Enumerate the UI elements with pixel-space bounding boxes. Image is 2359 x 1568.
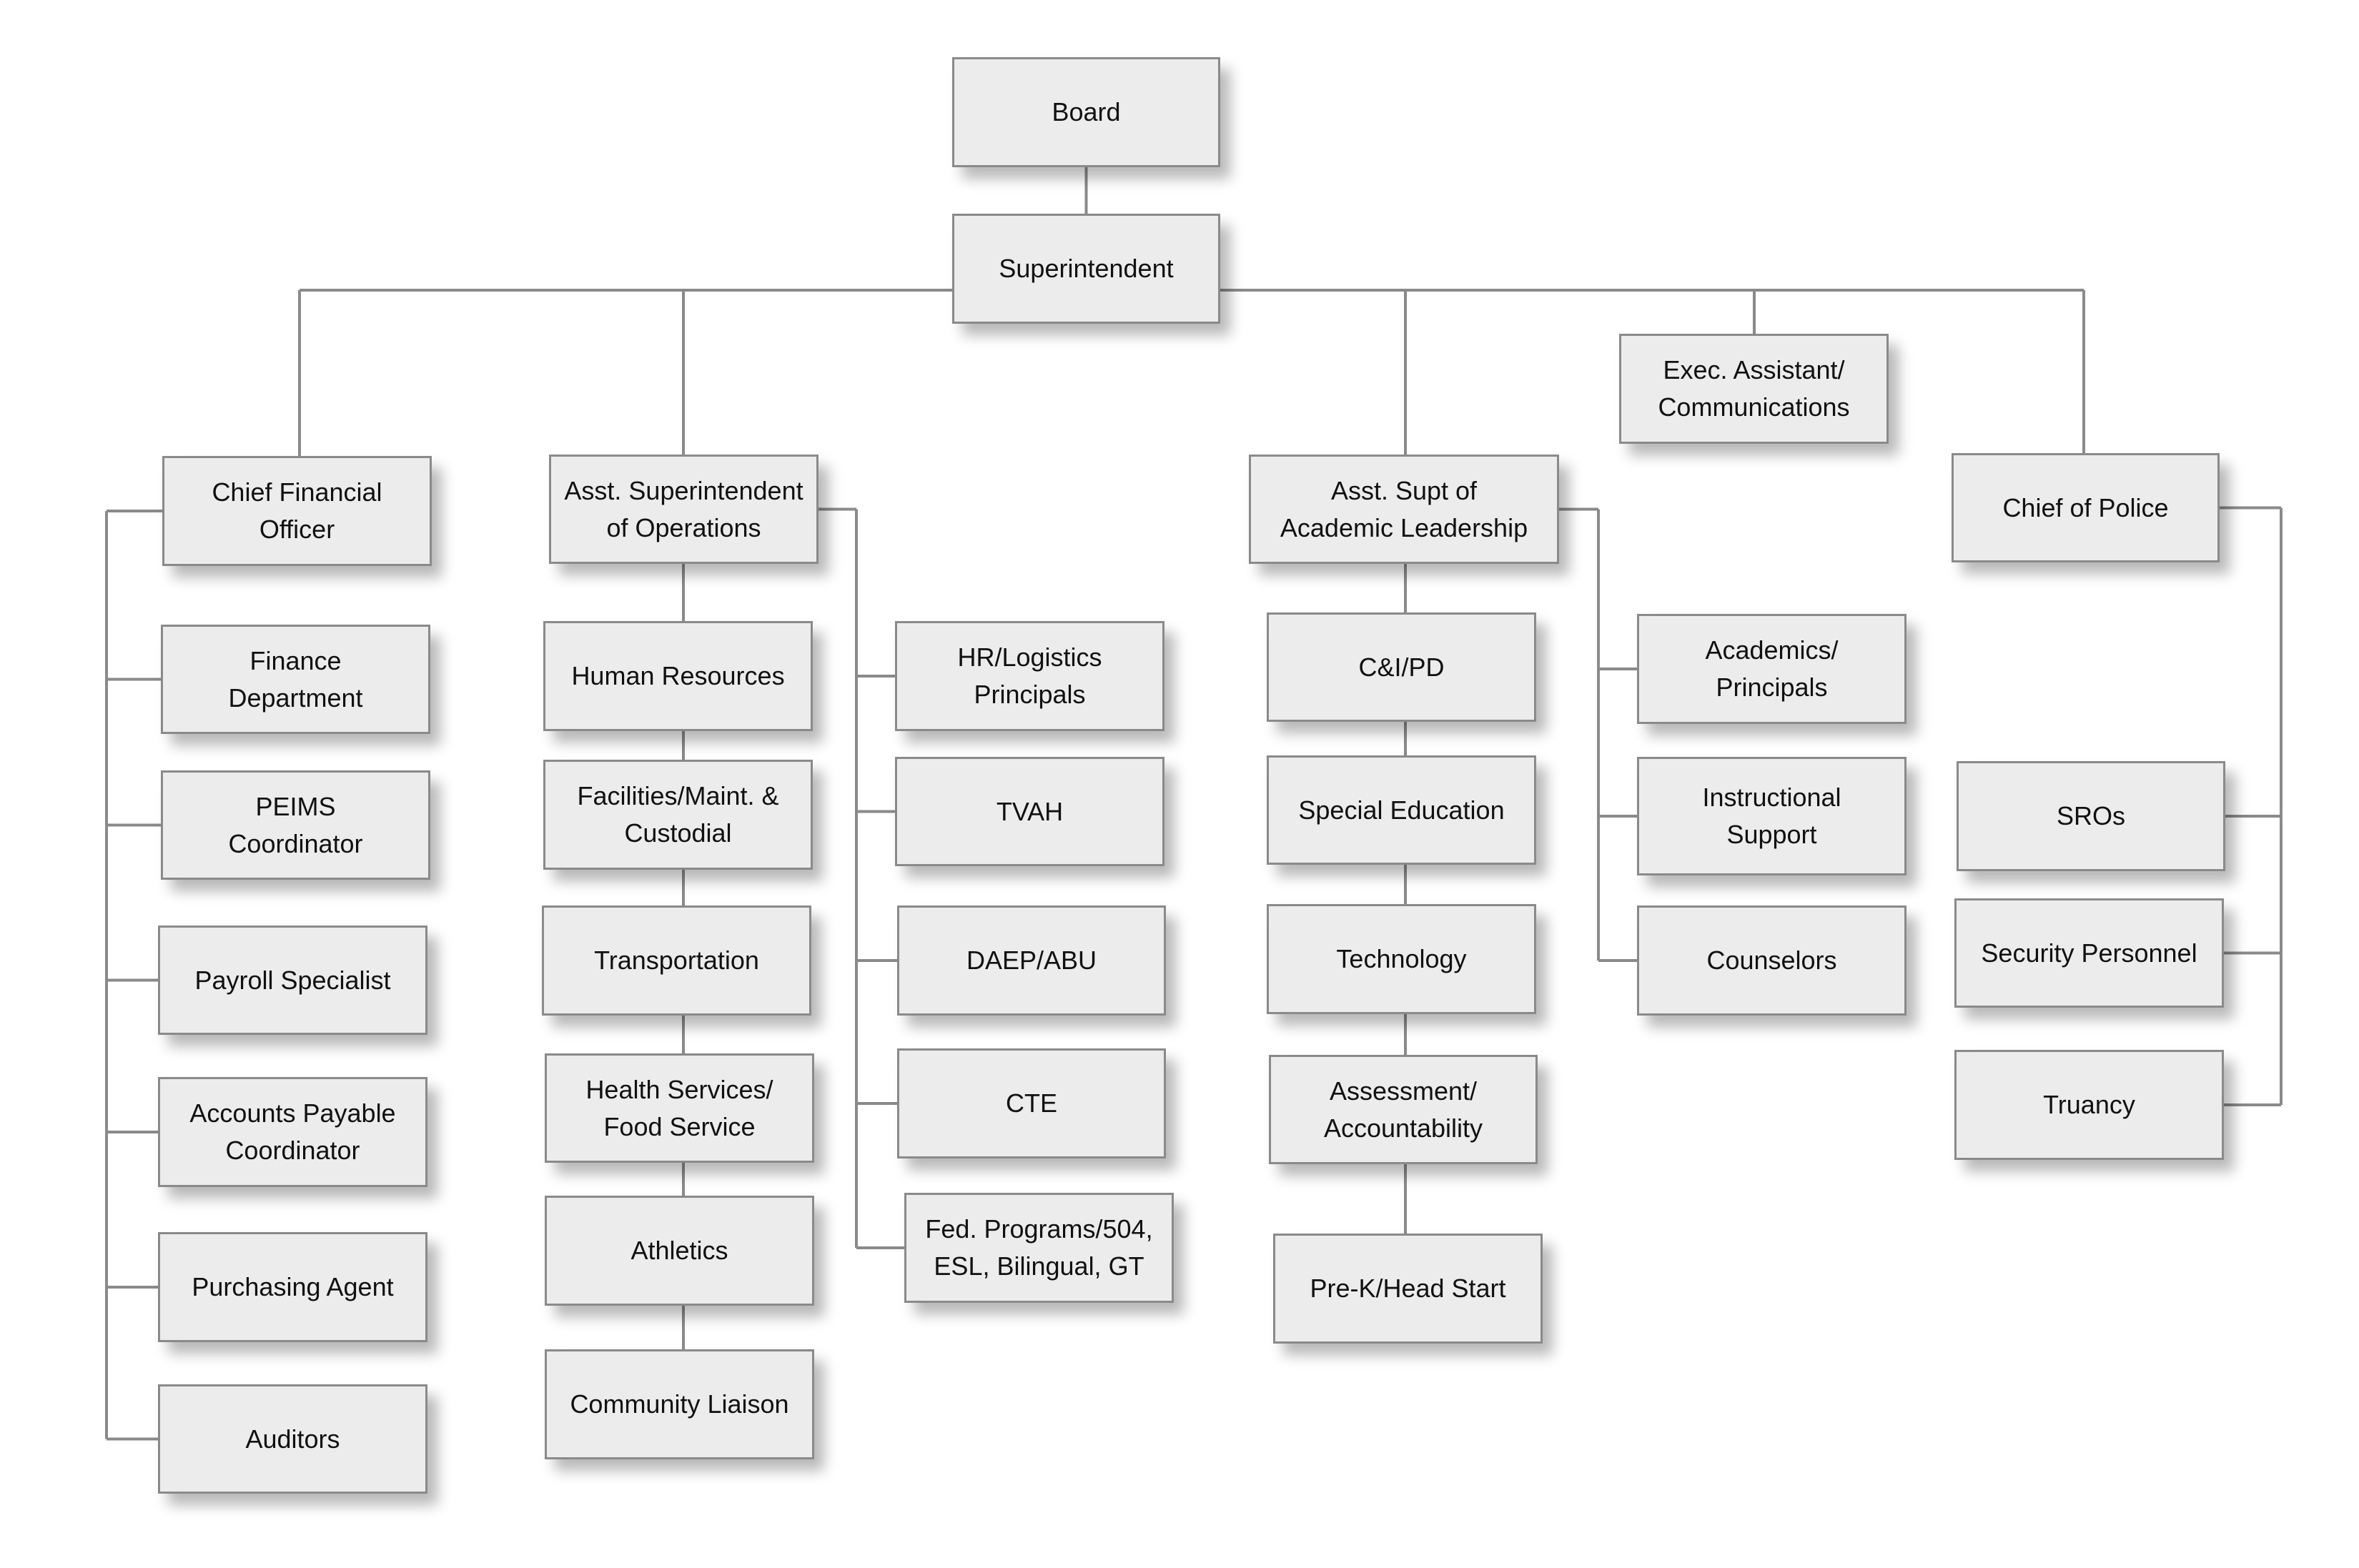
- org-node-label: Pre-K/Head Start: [1310, 1274, 1506, 1303]
- org-node-police: Chief of Police: [1952, 453, 2220, 562]
- org-node-label: Finance Department: [228, 645, 363, 713]
- org-node-label: HR/Logistics Principals: [957, 642, 1102, 709]
- org-node-instr: Instructional Support: [1637, 757, 1907, 875]
- org-node-prek: Pre-K/Head Start: [1273, 1234, 1543, 1344]
- org-node-label: Payroll Specialist: [194, 965, 391, 995]
- org-node-hrlog: HR/Logistics Principals: [895, 621, 1164, 731]
- org-node-ap: Accounts Payable Coordinator: [158, 1077, 427, 1187]
- org-node-label: Athletics: [630, 1236, 728, 1265]
- org-node-tvah: TVAH: [895, 757, 1164, 866]
- org-node-purchasing: Purchasing Agent: [158, 1232, 427, 1342]
- org-node-label: Academics/ Principals: [1705, 635, 1839, 702]
- org-node-label: Truancy: [2043, 1090, 2135, 1119]
- org-node-health: Health Services/ Food Service: [545, 1053, 814, 1163]
- org-node-label: Facilities/Maint. & Custodial: [577, 781, 779, 848]
- org-node-label: PEIMS Coordinator: [228, 791, 363, 858]
- org-node-label: Chief Financial Officer: [212, 477, 382, 544]
- org-node-label: C&I/PD: [1358, 652, 1445, 682]
- org-node-finance: Finance Department: [161, 625, 430, 734]
- org-node-exec: Exec. Assistant/ Communications: [1619, 334, 1889, 444]
- org-node-tech: Technology: [1267, 904, 1536, 1014]
- org-node-label: Security Personnel: [1981, 938, 2197, 968]
- org-node-label: SROs: [2056, 801, 2125, 830]
- org-node-hr: Human Resources: [543, 621, 813, 731]
- org-node-academic: Asst. Supt of Academic Leadership: [1249, 455, 1559, 564]
- org-node-ops: Asst. Superintendent of Operations: [549, 455, 819, 564]
- org-node-label: Fed. Programs/504, ESL, Bilingual, GT: [925, 1214, 1153, 1281]
- org-node-sros: SROs: [1957, 761, 2225, 871]
- org-node-label: Technology: [1336, 944, 1467, 973]
- org-node-label: Accounts Payable Coordinator: [189, 1098, 396, 1165]
- org-node-daep: DAEP/ABU: [897, 905, 1166, 1016]
- org-node-label: Asst. Supt of Academic Leadership: [1280, 475, 1528, 542]
- org-node-sped: Special Education: [1267, 755, 1536, 865]
- org-node-label: Health Services/ Food Service: [585, 1074, 773, 1141]
- org-node-label: Superintendent: [999, 254, 1174, 283]
- org-node-label: Exec. Assistant/ Communications: [1658, 355, 1850, 422]
- org-node-label: Chief of Police: [2002, 492, 2169, 522]
- org-node-label: Instructional Support: [1702, 783, 1841, 849]
- org-node-community: Community Liaison: [545, 1349, 814, 1459]
- org-node-label: DAEP/ABU: [966, 946, 1097, 975]
- org-node-board: Board: [952, 57, 1220, 167]
- org-node-label: Transportation: [594, 946, 759, 975]
- org-node-label: CTE: [1006, 1088, 1057, 1118]
- org-node-security: Security Personnel: [1954, 898, 2224, 1008]
- org-node-label: Human Resources: [571, 661, 785, 690]
- org-node-ci: C&I/PD: [1267, 612, 1536, 722]
- org-node-cfo: Chief Financial Officer: [162, 456, 432, 566]
- org-node-truancy: Truancy: [1954, 1050, 2224, 1160]
- org-node-label: Auditors: [245, 1424, 340, 1454]
- org-node-acad: Academics/ Principals: [1637, 614, 1907, 724]
- org-node-athletics: Athletics: [545, 1196, 814, 1306]
- org-node-assess: Assessment/ Accountability: [1269, 1055, 1538, 1164]
- org-node-label: Board: [1052, 97, 1121, 126]
- org-node-label: TVAH: [996, 796, 1064, 826]
- org-node-superintendent: Superintendent: [952, 214, 1220, 324]
- org-node-label: Assessment/ Accountability: [1323, 1076, 1483, 1143]
- org-node-auditors: Auditors: [158, 1384, 427, 1494]
- org-node-label: Counselors: [1706, 946, 1837, 975]
- org-node-label: Community Liaison: [570, 1389, 789, 1419]
- org-node-cte: CTE: [897, 1048, 1166, 1158]
- org-node-couns: Counselors: [1637, 905, 1907, 1016]
- org-node-label: Special Education: [1298, 795, 1505, 825]
- org-node-label: Asst. Superintendent of Operations: [564, 475, 803, 542]
- org-node-facilities: Facilities/Maint. & Custodial: [543, 760, 813, 870]
- org-node-peims: PEIMS Coordinator: [161, 770, 430, 880]
- org-node-payroll: Payroll Specialist: [158, 926, 427, 1035]
- org-node-transportation: Transportation: [542, 905, 811, 1016]
- org-node-label: Purchasing Agent: [192, 1272, 394, 1301]
- org-node-fed: Fed. Programs/504, ESL, Bilingual, GT: [904, 1193, 1174, 1303]
